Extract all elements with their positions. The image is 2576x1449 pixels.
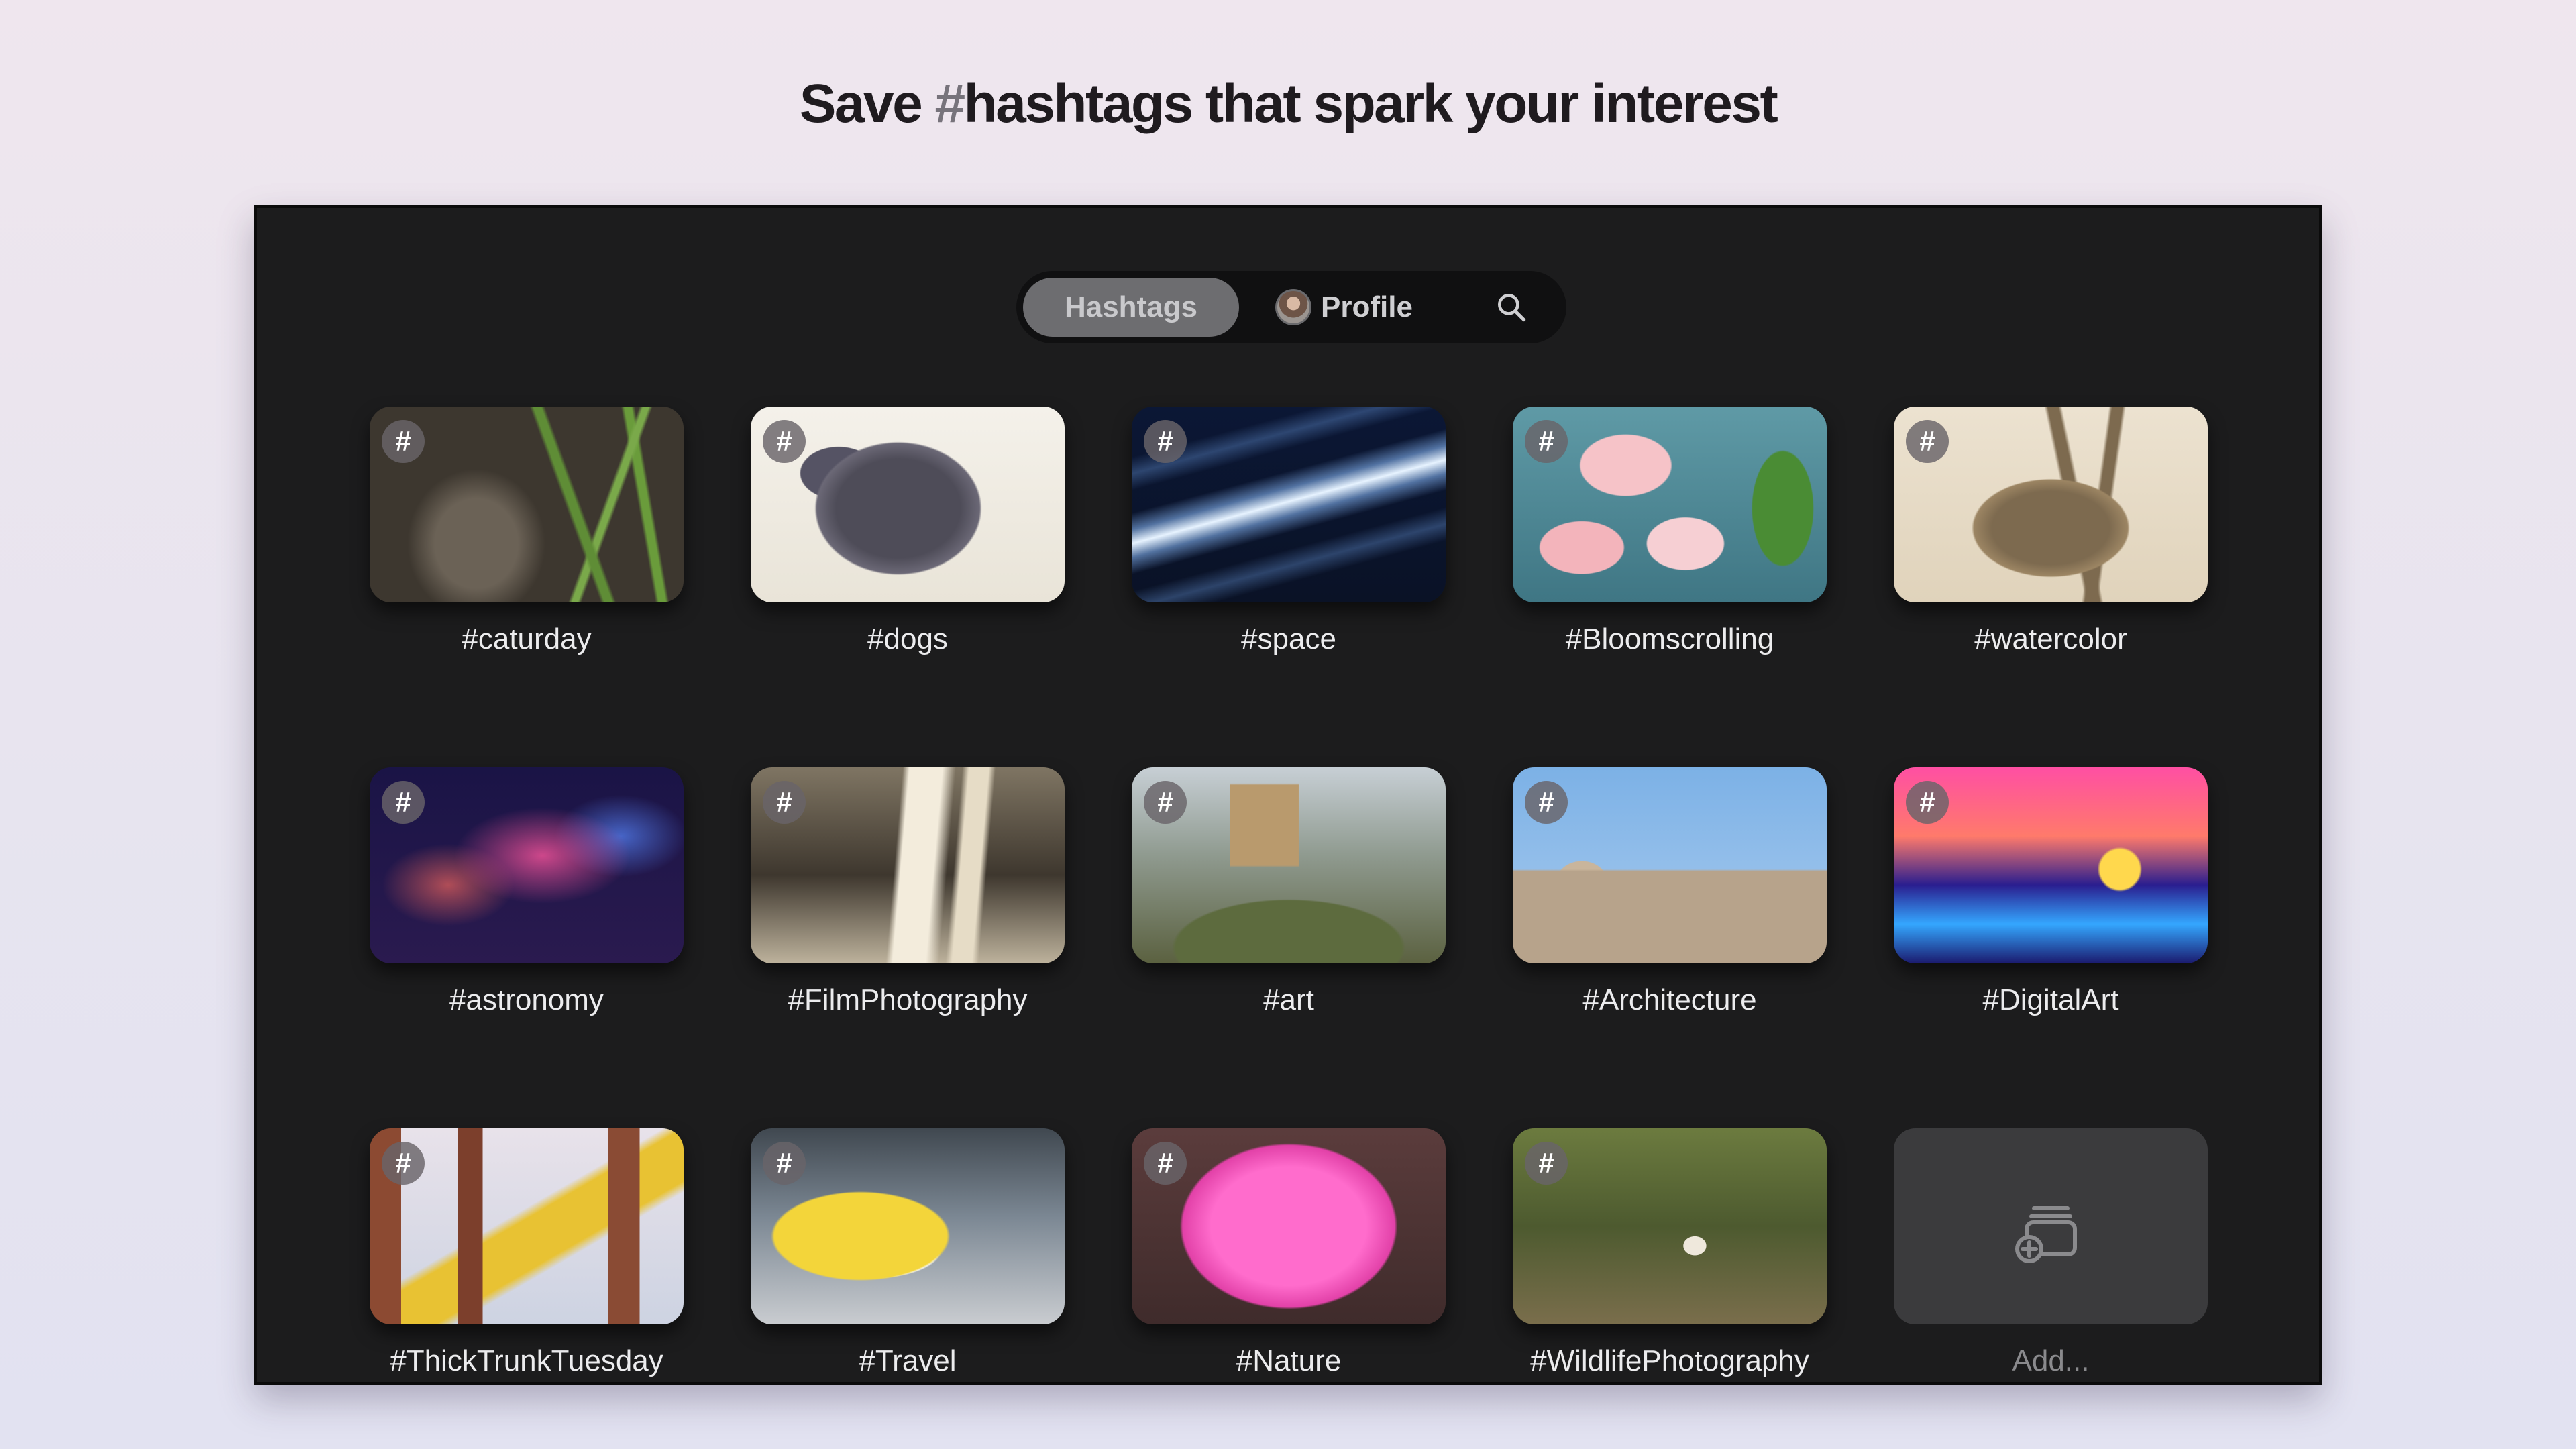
headline-hash: #	[934, 73, 966, 134]
search-button[interactable]	[1470, 278, 1553, 337]
add-hashtag-button[interactable]	[1894, 1128, 2208, 1324]
hashtag-tile-art[interactable]: # #art	[1132, 767, 1446, 1017]
hashtag-label: #watercolor	[1974, 623, 2127, 655]
hashtag-icon: #	[382, 1142, 425, 1185]
hashtag-icon: #	[1906, 781, 1949, 824]
hashtag-card[interactable]: #	[370, 407, 684, 602]
hashtag-label: #dogs	[867, 623, 948, 655]
hashtag-icon: #	[382, 781, 425, 824]
hashtag-card[interactable]: #	[751, 407, 1065, 602]
hashtag-label: #Architecture	[1582, 983, 1757, 1016]
hashtag-label: #ThickTrunkTuesday	[390, 1344, 663, 1377]
avatar	[1275, 289, 1311, 325]
hashtag-label: #WildlifePhotography	[1530, 1344, 1809, 1377]
headline-before: Save	[799, 73, 935, 134]
hashtag-card[interactable]: #	[751, 767, 1065, 963]
hashtag-tile-watercolor[interactable]: # #watercolor	[1894, 407, 2208, 656]
tab-bar: Hashtags Profile	[1016, 271, 1566, 343]
hashtag-tile-digitalart[interactable]: # #DigitalArt	[1894, 767, 2208, 1017]
hashtag-tile-bloomscrolling[interactable]: # #Bloomscrolling	[1513, 407, 1827, 656]
hashtag-label: #Nature	[1236, 1344, 1342, 1377]
hashtag-icon: #	[1144, 781, 1187, 824]
hashtag-card[interactable]: #	[1513, 767, 1827, 963]
hashtag-label: #DigitalArt	[1982, 983, 2119, 1016]
hashtag-card[interactable]: #	[1132, 767, 1446, 963]
hashtag-icon: #	[1906, 420, 1949, 463]
app-window: Hashtags Profile # #caturday # #dogs # #…	[254, 205, 2322, 1385]
hashtag-card[interactable]: #	[1132, 1128, 1446, 1324]
page-headline: Save #hashtags that spark your interest	[0, 72, 2576, 136]
hashtag-icon: #	[1525, 1142, 1568, 1185]
hashtag-card[interactable]: #	[1894, 407, 2208, 602]
hashtag-icon: #	[1144, 420, 1187, 463]
hashtag-icon: #	[763, 1142, 806, 1185]
hashtag-card[interactable]: #	[1513, 1128, 1827, 1324]
hashtag-tile-thicktrunktuesday[interactable]: # #ThickTrunkTuesday	[370, 1128, 684, 1378]
hashtag-card[interactable]: #	[370, 1128, 684, 1324]
hashtag-label: #art	[1263, 983, 1314, 1016]
hashtag-icon: #	[763, 420, 806, 463]
hashtag-card[interactable]: #	[1132, 407, 1446, 602]
hashtag-tile-architecture[interactable]: # #Architecture	[1513, 767, 1827, 1017]
hashtag-card[interactable]: #	[1513, 407, 1827, 602]
hashtag-tile-travel[interactable]: # #Travel	[751, 1128, 1065, 1378]
add-label: Add...	[2012, 1344, 2090, 1377]
hashtag-label: #Travel	[859, 1344, 957, 1377]
hashtag-card[interactable]: #	[751, 1128, 1065, 1324]
hashtag-tile-filmphotography[interactable]: # #FilmPhotography	[751, 767, 1065, 1017]
hashtag-label: #caturday	[462, 623, 592, 655]
hashtag-card[interactable]: #	[1894, 767, 2208, 963]
hashtag-tile-dogs[interactable]: # #dogs	[751, 407, 1065, 656]
tab-hashtags[interactable]: Hashtags	[1023, 278, 1239, 337]
tab-hashtags-label: Hashtags	[1064, 290, 1198, 323]
add-collection-icon	[2015, 1206, 2077, 1263]
hashtag-icon: #	[763, 781, 806, 824]
hashtag-label: #space	[1241, 623, 1336, 655]
hashtag-icon: #	[382, 420, 425, 463]
hashtag-label: #astronomy	[449, 983, 604, 1016]
tab-profile-label: Profile	[1321, 290, 1413, 323]
hashtag-card[interactable]: #	[370, 767, 684, 963]
headline-after: hashtags that spark your interest	[963, 73, 1778, 134]
hashtag-icon: #	[1525, 420, 1568, 463]
hashtag-label: #Bloomscrolling	[1565, 623, 1774, 655]
hashtag-tile-nature[interactable]: # #Nature	[1132, 1128, 1446, 1378]
hashtag-tile-space[interactable]: # #space	[1132, 407, 1446, 656]
hashtag-tile-wildlifephotography[interactable]: # #WildlifePhotography	[1513, 1128, 1827, 1378]
add-hashtag-tile[interactable]: Add...	[1894, 1128, 2208, 1378]
hashtag-label: #FilmPhotography	[788, 983, 1028, 1016]
tab-profile[interactable]: Profile	[1263, 278, 1428, 337]
hashtag-tile-astronomy[interactable]: # #astronomy	[370, 767, 684, 1017]
hashtag-icon: #	[1525, 781, 1568, 824]
search-icon	[1498, 294, 1526, 322]
hashtag-icon: #	[1144, 1142, 1187, 1185]
hashtag-tile-caturday[interactable]: # #caturday	[370, 407, 684, 656]
